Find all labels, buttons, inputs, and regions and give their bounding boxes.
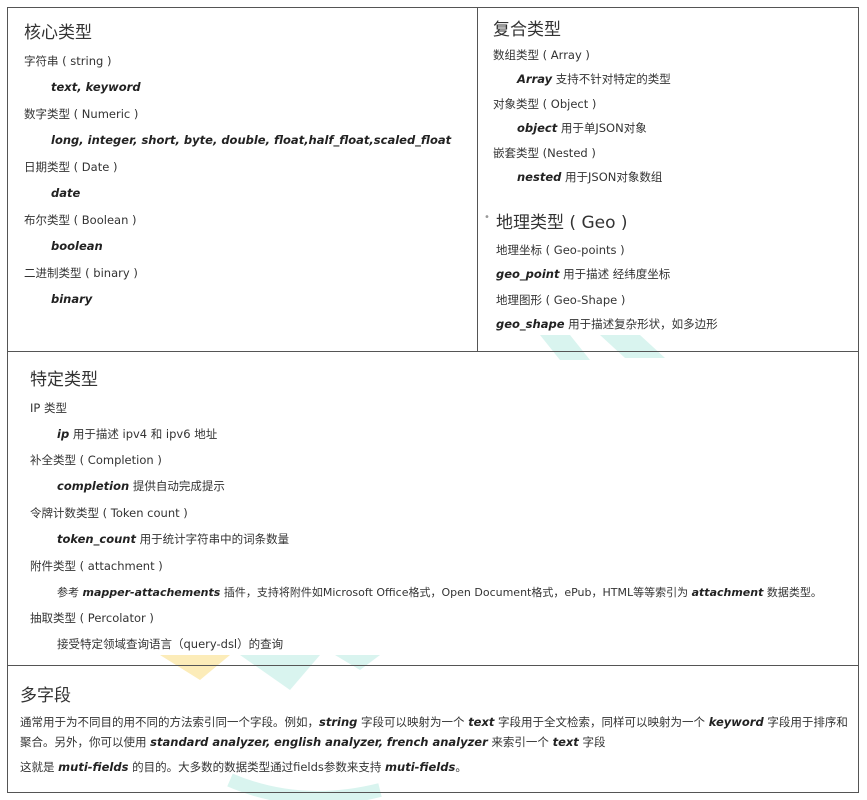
geo-label-shape: 地理图形 ( Geo-Shape ): [496, 293, 626, 307]
specific-label-percolator: 抽取类型 ( Percolator ): [30, 611, 154, 625]
geo-desc-shape: geo_shape 用于描述复杂形状，如多边形: [496, 317, 718, 331]
specific-desc-attachment: 参考 mapper-attachements 插件，支持将附件如Microsof…: [57, 586, 822, 599]
core-types-binary: binary: [51, 292, 93, 306]
core-types-numeric: long, integer, short, byte, double, floa…: [51, 133, 452, 147]
complex-label-object: 对象类型 ( Object ): [493, 97, 597, 111]
core-label-binary: 二进制类型 ( binary ): [24, 266, 138, 280]
multi-fields-paragraph-1: 通常用于为不同目的用不同的方法索引同一个字段。例如，string 字段可以映射为…: [20, 715, 848, 749]
complex-label-nested: 嵌套类型 (Nested ): [493, 146, 596, 160]
specific-desc-completion: completion 提供自动完成提示: [57, 479, 225, 493]
specific-label-attachment: 附件类型 ( attachment ): [30, 559, 163, 573]
geo-label-points: 地理坐标 ( Geo-points ): [496, 243, 625, 257]
specific-desc-percolator: 接受特定领域查询语言（query-dsl）的查询: [57, 637, 284, 651]
core-types-boolean: boolean: [51, 239, 103, 253]
core-label-date: 日期类型 ( Date ): [24, 160, 118, 174]
geo-types-title: 地理类型 ( Geo ): [496, 213, 628, 233]
complex-types-title: 复合类型: [493, 20, 561, 40]
geo-desc-points: geo_point 用于描述 经纬度坐标: [496, 267, 671, 281]
specific-label-ip: IP 类型: [30, 401, 67, 415]
core-types-title: 核心类型: [24, 23, 92, 43]
complex-label-array: 数组类型 ( Array ): [493, 48, 590, 62]
specific-desc-token-count: token_count 用于统计字符串中的词条数量: [57, 532, 290, 546]
core-label-numeric: 数字类型 ( Numeric ): [24, 107, 139, 121]
geo-bullet: •: [484, 212, 490, 223]
multi-fields-title: 多字段: [20, 686, 71, 706]
core-types-string: text, keyword: [51, 80, 141, 94]
core-label-boolean: 布尔类型 ( Boolean ): [24, 213, 137, 227]
complex-desc-array: Array 支持不针对特定的类型: [517, 72, 671, 86]
complex-desc-object: object 用于单JSON对象: [517, 121, 647, 135]
multi-fields-paragraph-2: 这就是 muti-fields 的目的。大多数的数据类型通过fields参数来支…: [20, 760, 467, 774]
core-types-date: date: [51, 186, 81, 200]
specific-label-token-count: 令牌计数类型 ( Token count ): [30, 506, 188, 520]
core-label-string: 字符串 ( string ): [24, 54, 112, 68]
complex-desc-nested: nested 用于JSON对象数组: [517, 170, 663, 184]
specific-types-title: 特定类型: [30, 370, 98, 390]
specific-desc-ip: ip 用于描述 ipv4 和 ipv6 地址: [57, 427, 218, 441]
specific-label-completion: 补全类型 ( Completion ): [30, 453, 162, 467]
